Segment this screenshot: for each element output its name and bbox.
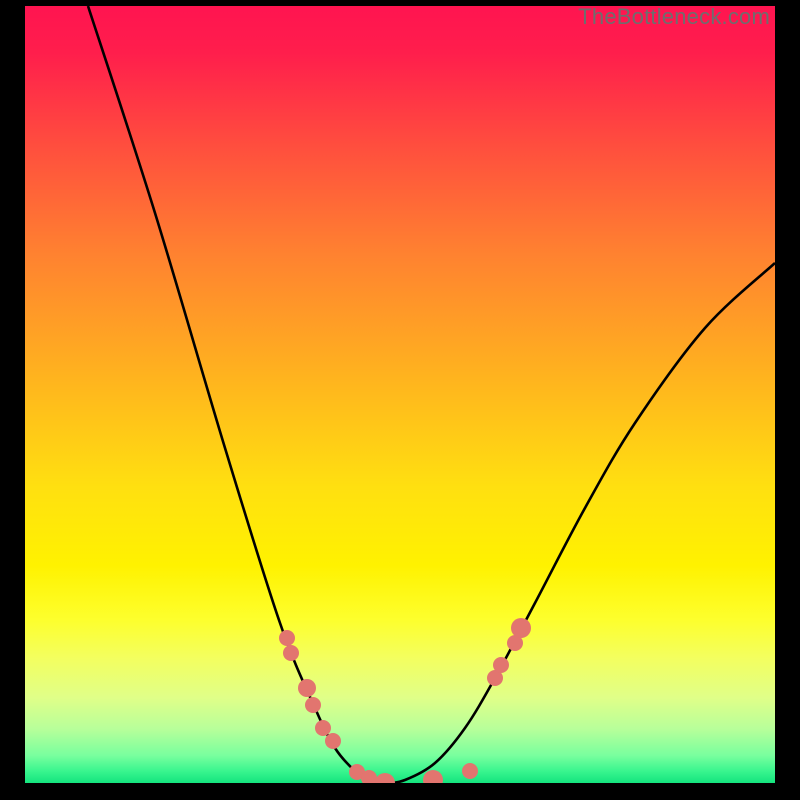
data-marker xyxy=(325,733,341,749)
data-marker xyxy=(423,770,443,783)
chart-svg xyxy=(25,6,775,783)
data-marker xyxy=(315,720,331,736)
data-marker xyxy=(462,763,478,779)
chart-frame xyxy=(25,6,775,783)
data-marker xyxy=(298,679,316,697)
watermark-text: TheBottleneck.com xyxy=(578,4,770,30)
data-marker xyxy=(493,657,509,673)
data-marker xyxy=(511,618,531,638)
data-marker xyxy=(279,630,295,646)
data-marker xyxy=(305,697,321,713)
data-marker xyxy=(375,773,395,783)
data-marker xyxy=(283,645,299,661)
bottleneck-curve xyxy=(88,6,775,783)
marker-group xyxy=(279,618,531,783)
